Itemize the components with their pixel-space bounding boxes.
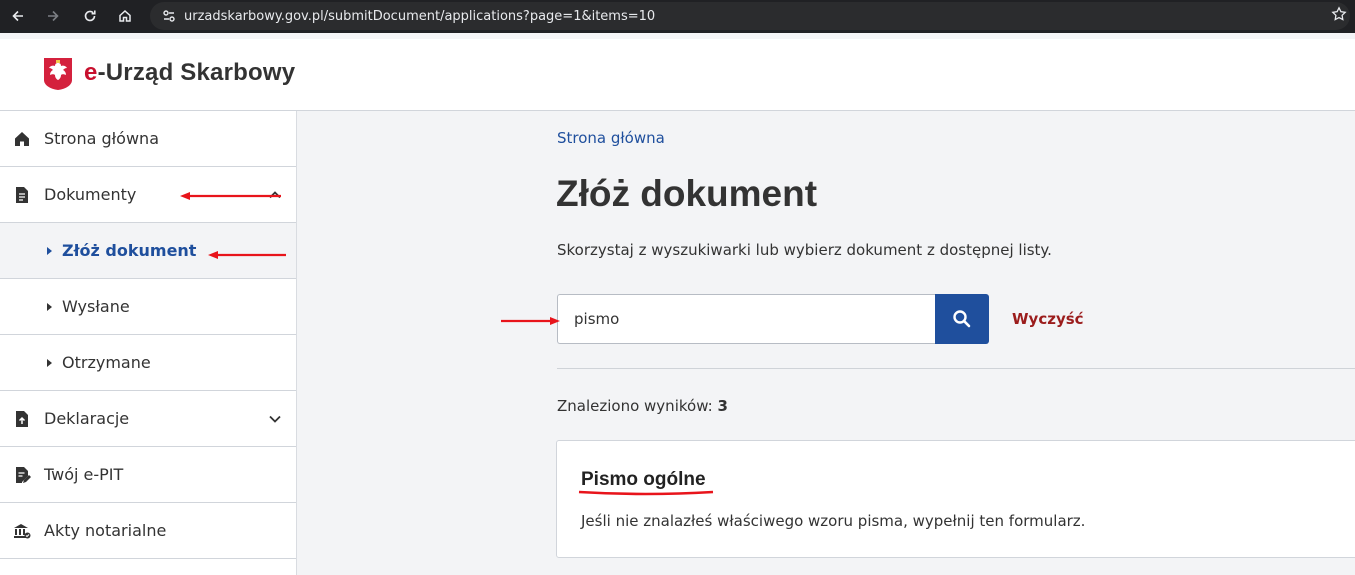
- sidebar-item-label: Strona główna: [44, 129, 159, 148]
- home-browser-icon[interactable]: [112, 4, 138, 28]
- sidebar-item-label: Deklaracje: [44, 409, 130, 428]
- document-upload-icon: [16, 411, 28, 427]
- search-input[interactable]: [557, 294, 935, 344]
- site-settings-icon[interactable]: [154, 2, 184, 30]
- notary-icon: [14, 524, 31, 539]
- chevron-down-icon[interactable]: [268, 412, 282, 426]
- url-text: urzadskarbowy.gov.pl/submitDocument/appl…: [184, 8, 656, 24]
- polish-emblem-icon: [44, 58, 72, 90]
- chevron-up-icon[interactable]: [268, 188, 282, 202]
- results-count: Znaleziono wyników: 3: [557, 397, 728, 415]
- logo-prefix: e: [84, 59, 98, 86]
- results-number: 3: [717, 397, 728, 415]
- page-description: Skorzystaj z wyszukiwarki lub wybierz do…: [557, 241, 1052, 259]
- bullet-icon: [47, 247, 52, 255]
- document-edit-icon: [16, 467, 31, 483]
- main-content: Strona główna Złóż dokument Skorzystaj z…: [297, 111, 1355, 575]
- sidebar-item-declarations[interactable]: Deklaracje: [0, 391, 296, 447]
- sidebar-item-label: Twój e-PIT: [44, 465, 124, 484]
- logo-name: -Urząd Skarbowy: [97, 59, 296, 86]
- sidebar-item-label: Otrzymane: [62, 353, 151, 372]
- result-title[interactable]: Pismo ogólne: [581, 469, 706, 491]
- site-header: e-Urząd Skarbowy: [0, 39, 1355, 111]
- sidebar-item-sent[interactable]: Wysłane: [0, 279, 296, 335]
- home-icon: [15, 132, 29, 146]
- bullet-icon: [47, 303, 52, 311]
- sidebar-item-home[interactable]: Strona główna: [0, 111, 296, 167]
- document-icon: [16, 187, 28, 203]
- sidebar-item-epit[interactable]: Twój e-PIT: [0, 447, 296, 503]
- sidebar-item-label: Wysłane: [62, 297, 130, 316]
- bullet-icon: [47, 359, 52, 367]
- address-bar[interactable]: urzadskarbowy.gov.pl/submitDocument/appl…: [150, 2, 1350, 30]
- forward-arrow-icon[interactable]: [40, 4, 66, 28]
- bookmark-star-icon[interactable]: [1331, 6, 1347, 22]
- sidebar-item-label: Dokumenty: [44, 185, 137, 204]
- breadcrumb-home-link[interactable]: Strona główna: [557, 129, 665, 147]
- sidebar-item-received[interactable]: Otrzymane: [0, 335, 296, 391]
- sidebar-item-documents[interactable]: Dokumenty: [0, 167, 296, 223]
- reload-icon[interactable]: [77, 4, 103, 28]
- page-title: Złóż dokument: [556, 173, 818, 214]
- result-card[interactable]: Pismo ogólne Jeśli nie znalazłeś właściw…: [556, 440, 1355, 558]
- result-description: Jeśli nie znalazłeś właściwego wzoru pis…: [581, 512, 1086, 530]
- clear-search-link[interactable]: Wyczyść: [1012, 310, 1084, 328]
- browser-toolbar: urzadskarbowy.gov.pl/submitDocument/appl…: [0, 0, 1355, 33]
- site-logo[interactable]: e-Urząd Skarbowy: [84, 59, 295, 87]
- sidebar-item-submit-document[interactable]: Złóż dokument: [0, 223, 296, 279]
- back-arrow-icon[interactable]: [5, 4, 31, 28]
- search-button[interactable]: [935, 294, 989, 344]
- sidebar: Strona główna Dokumenty Złóż dokument Wy…: [0, 111, 297, 575]
- sidebar-item-notary-acts[interactable]: Akty notarialne: [0, 503, 296, 559]
- divider: [557, 368, 1355, 369]
- search-icon: [953, 310, 971, 328]
- results-label: Znaleziono wyników:: [557, 397, 713, 415]
- sidebar-item-label: Złóż dokument: [62, 241, 197, 260]
- sidebar-item-label: Akty notarialne: [44, 521, 167, 540]
